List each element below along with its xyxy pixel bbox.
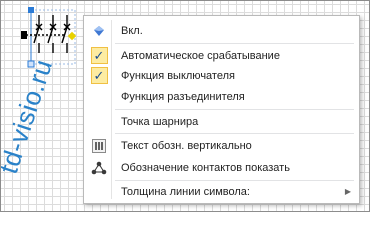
menu-item-hinge-point[interactable]: Точка шарнира (86, 112, 354, 131)
menu-item-label: Точка шарнира (121, 115, 199, 128)
diamond-icon (86, 21, 112, 40)
menu-item-label: Вкл. (121, 24, 143, 37)
menu-item-label: Толщина линии символа: (121, 185, 250, 198)
menu-item-label: Автоматическое срабатывание (121, 49, 280, 62)
vertical-text-icon (86, 136, 112, 155)
menu-item-vertical-text[interactable]: Текст обозн. вертикально (86, 136, 354, 155)
menu-item-label: Обозначение контактов показать (121, 161, 290, 174)
menu-item-label: Текст обозн. вертикально (121, 139, 252, 152)
check-icon: ✓ (90, 47, 108, 64)
menu-separator (115, 43, 354, 44)
menu-item-switch-function[interactable]: ✓ Функция выключателя (86, 66, 354, 85)
menu-item-label: Функция разъединителя (121, 90, 245, 103)
context-menu: Вкл. ✓ Автоматическое срабатывание ✓ Фун… (83, 15, 360, 204)
menu-item-enable[interactable]: Вкл. (86, 21, 354, 40)
selection-handle-top (28, 7, 34, 13)
menu-separator (115, 133, 354, 134)
menu-item-auto-trip[interactable]: ✓ Автоматическое срабатывание (86, 46, 354, 65)
submenu-arrow-icon: ▶ (344, 187, 352, 196)
connection-icon (86, 158, 112, 177)
menu-separator (115, 109, 354, 110)
menu-item-symbol-line-width[interactable]: Толщина линии символа: ▶ (86, 182, 354, 201)
menu-separator (115, 180, 354, 181)
drawing-canvas[interactable]: td-visio.ru Вкл. ✓ Автоматическое срабат… (0, 0, 370, 212)
check-icon: ✓ (90, 67, 108, 84)
menu-item-show-contact-labels[interactable]: Обозначение контактов показать (86, 158, 354, 177)
menu-item-label: Функция выключателя (121, 69, 235, 82)
menu-item-disconnector-function[interactable]: Функция разъединителя (86, 87, 354, 106)
